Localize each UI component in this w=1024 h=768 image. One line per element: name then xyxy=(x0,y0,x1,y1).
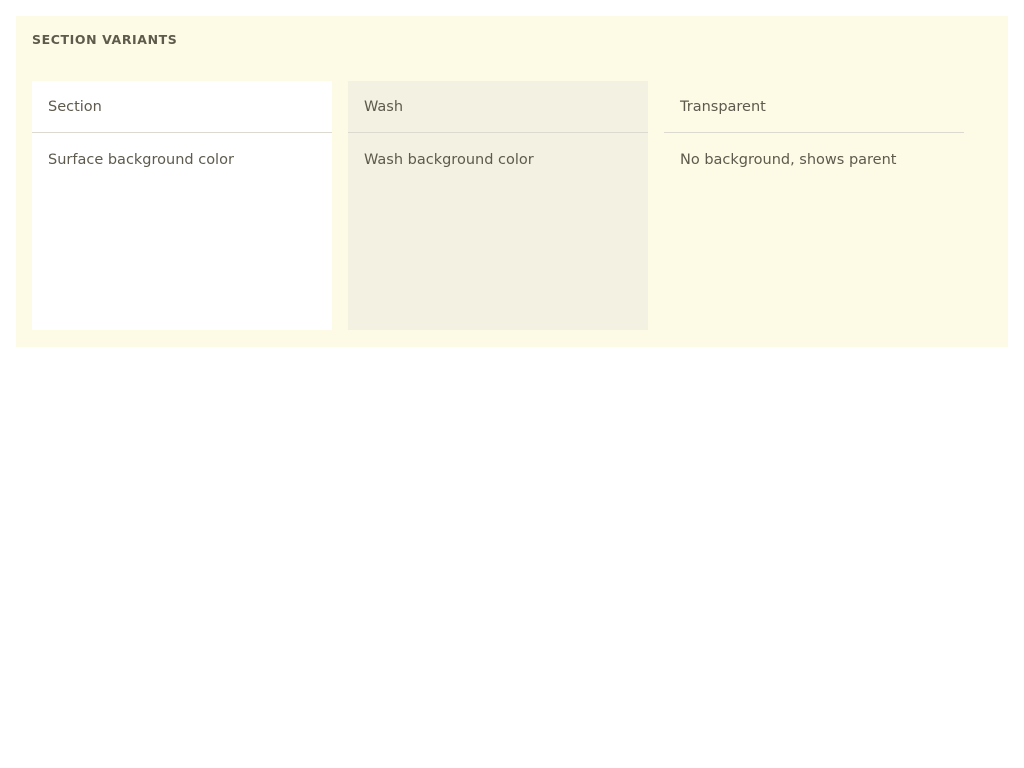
transparent-card: Transparent No background, shows parent xyxy=(664,81,964,330)
transparent-card-body: No background, shows parent xyxy=(680,152,897,168)
section-card: Section Surface background color xyxy=(32,81,332,330)
wash-card: Wash Wash background color xyxy=(348,81,648,330)
variants-row: Section Surface background color Wash Wa… xyxy=(32,81,964,330)
transparent-card-header: Transparent xyxy=(664,81,964,133)
panel-title: SECTION VARIANTS xyxy=(32,32,178,47)
section-variants-panel: SECTION VARIANTS Section Surface backgro… xyxy=(16,16,1008,347)
wash-card-body: Wash background color xyxy=(364,152,534,168)
wash-card-header: Wash xyxy=(348,81,648,133)
section-card-header: Section xyxy=(32,81,332,133)
section-card-body: Surface background color xyxy=(48,152,234,168)
